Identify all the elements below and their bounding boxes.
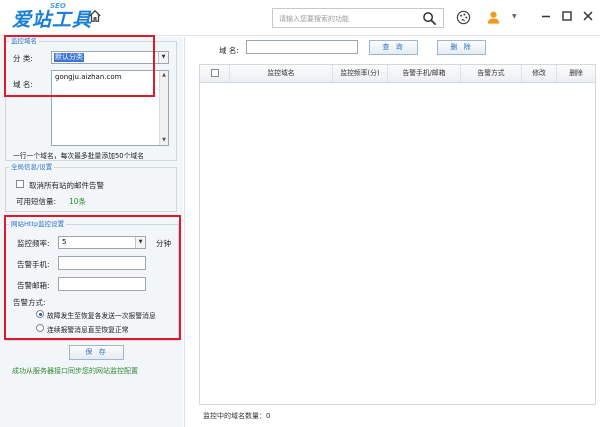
sms-quota-value: 10条 [69,196,86,207]
maximize-icon[interactable] [561,10,573,22]
domain-table-body [199,83,596,405]
minimize-icon[interactable] [540,10,552,22]
sync-status-text: 成功从服务器接口同步您的网站监控配置 [12,366,138,376]
alert-method-radio-continuous[interactable] [36,324,44,332]
monitor-domain-legend: 监控域名 [9,37,39,46]
alert-method-radio-once[interactable] [36,310,44,318]
alert-phone-input[interactable] [58,256,146,270]
chevron-down-icon[interactable]: ▼ [135,237,145,248]
cancel-alert-label: 取消所有站的邮件告警 [29,180,104,191]
domain-hint: 一行一个域名，每次最多批量添加50个域名 [13,150,144,160]
scroll-down-icon[interactable]: ▼ [160,136,168,145]
column-header-method[interactable]: 告警方式 [461,65,522,82]
column-header-domain[interactable]: 监控域名 [230,65,333,82]
http-monitor-legend: 网站Http监控设置 [9,220,66,229]
user-icon[interactable] [486,9,501,25]
search-domain-input[interactable] [246,40,358,54]
search-domain-label: 域 名: [219,45,239,56]
app-logo: 爱站工具 SEO [12,5,92,32]
chevron-down-icon[interactable]: ▼ [158,52,168,63]
domain-count-status: 监控中的域名数量：0 [203,411,270,421]
category-label: 分 类: [13,53,33,64]
sms-quota-label: 可用短信量: [16,196,56,207]
frequency-label: 监控频率: [17,238,50,249]
column-header-contact[interactable]: 告警手机/邮箱 [388,65,461,82]
select-all-checkbox[interactable] [211,69,219,77]
domain-count-label: 监控中的域名数量： [203,412,266,420]
column-header-delete[interactable]: 删除 [557,65,595,82]
home-icon[interactable] [88,9,102,23]
column-header-frequency[interactable]: 监控频率(分) [333,65,388,82]
search-icon[interactable] [422,11,437,26]
alert-method-option-once: 故障发生至恢复各发送一次报警消息 [47,310,156,320]
alert-phone-label: 告警手机: [17,259,50,270]
alert-email-label: 告警邮箱: [17,280,50,291]
domain-count-value: 0 [266,412,270,420]
domain-textarea-value: gongju.aizhan.com [55,73,121,81]
skin-icon[interactable] [456,10,471,25]
global-settings-legend: 全局信息/设置 [9,163,54,172]
alert-method-label: 告警方式: [13,297,46,308]
user-menu-chevron-icon[interactable]: ▼ [512,13,517,20]
logo-seo-text: SEO [50,2,66,10]
domain-textarea-scrollbar[interactable]: ▲ ▼ [159,71,168,145]
frequency-select[interactable]: 5 ▼ [58,236,146,249]
domain-label: 域 名: [13,79,33,90]
column-header-edit[interactable]: 修改 [522,65,557,82]
cancel-alert-checkbox[interactable] [16,180,24,188]
close-icon[interactable] [582,10,594,22]
title-bar: 爱站工具 SEO ▼ [0,0,600,36]
domain-textarea[interactable]: gongju.aizhan.com ▲ ▼ [51,70,169,146]
search-input[interactable] [279,12,419,25]
delete-button[interactable]: 删 除 [437,40,486,55]
table-header: 监控域名 监控频率(分) 告警手机/邮箱 告警方式 修改 删除 [199,64,596,83]
frequency-value: 5 [61,238,67,247]
category-value: 默认分类 [54,53,84,62]
table-header-checkbox-cell [200,65,230,82]
query-button[interactable]: 查 询 [369,40,418,55]
scroll-up-icon[interactable]: ▲ [160,71,168,80]
search-box[interactable] [272,8,444,28]
category-select[interactable]: 默认分类 ▼ [51,51,169,64]
alert-method-option-continuous: 连续报警消息直至恢复正常 [47,324,129,334]
save-button[interactable]: 保 存 [69,345,124,360]
alert-email-input[interactable] [58,277,146,291]
frequency-unit: 分钟 [156,238,171,249]
